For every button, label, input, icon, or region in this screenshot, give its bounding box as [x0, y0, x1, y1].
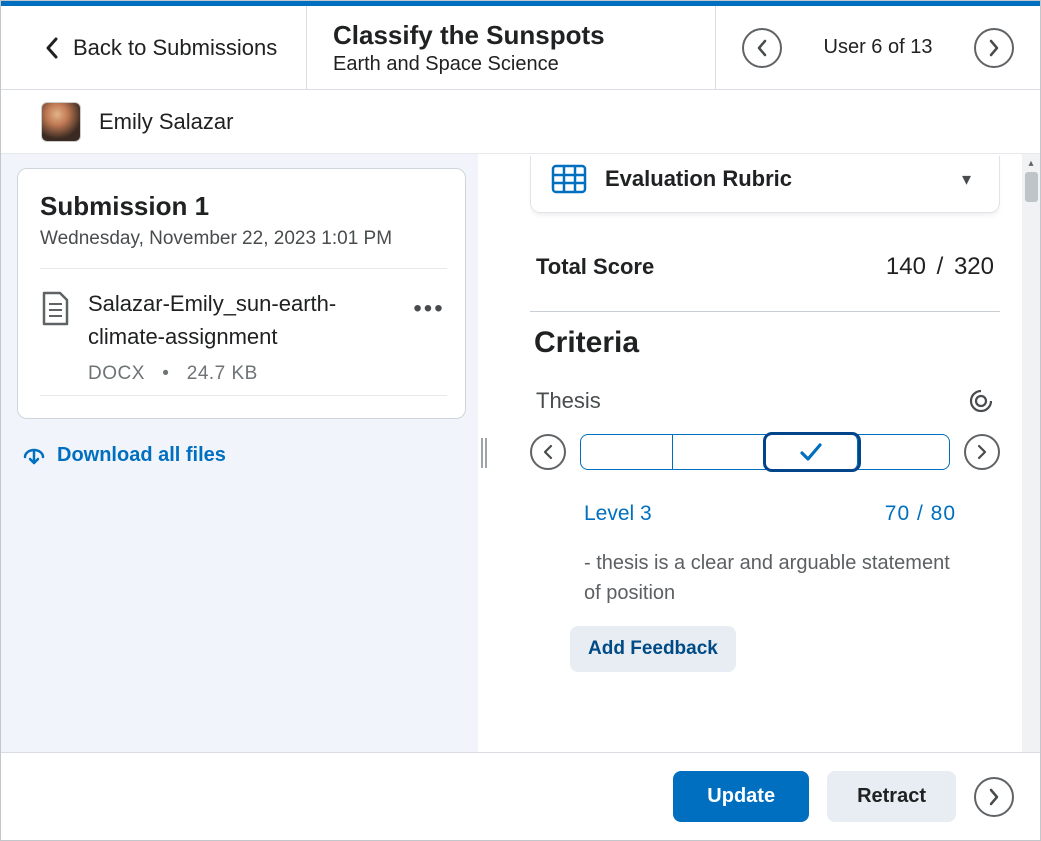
submission-card: Submission 1 Wednesday, November 22, 202… [17, 168, 466, 419]
download-all-files[interactable]: Download all files [21, 443, 466, 467]
level-score-sep: / [910, 502, 931, 525]
file-name: Salazar-Emily_sun-earth-climate-assignme… [88, 287, 411, 353]
right-pane: Evaluation Rubric ▾ Total Score 140 / 32… [490, 154, 1040, 752]
file-info[interactable]: Salazar-Emily_sun-earth-climate-assignme… [88, 287, 411, 385]
chevron-down-icon: ▾ [962, 169, 971, 190]
level-details: Level 3 70 / 80 [530, 502, 1000, 526]
level-segment-3[interactable] [766, 435, 858, 469]
retract-button[interactable]: Retract [827, 771, 956, 822]
rubric-header[interactable]: Evaluation Rubric ▾ [530, 156, 1000, 213]
chevron-left-icon [45, 37, 59, 59]
level-segment-4[interactable] [858, 435, 949, 469]
total-score-label: Total Score [536, 254, 654, 280]
file-actions-menu[interactable]: ••• [411, 287, 447, 323]
scroll-up-icon: ▴ [1022, 154, 1040, 172]
left-pane: Submission 1 Wednesday, November 22, 202… [1, 154, 478, 752]
file-type: DOCX [88, 363, 145, 384]
user-pager-label: User 6 of 13 [824, 36, 933, 59]
footer: Update Retract [1, 752, 1040, 840]
selected-level-name: Level 3 [584, 502, 652, 526]
check-icon [799, 442, 823, 462]
chevron-right-icon [976, 444, 988, 460]
assignment-title: Classify the Sunspots [333, 20, 715, 51]
score-separator: / [930, 253, 950, 280]
download-label: Download all files [57, 444, 226, 467]
bullet: • [162, 363, 169, 384]
criterion-name: Thesis [536, 388, 601, 414]
level-segment-2[interactable] [673, 435, 765, 469]
score-earned: 140 [886, 253, 926, 280]
file-meta: DOCX • 24.7 KB [88, 363, 411, 385]
criterion-name-row: Thesis [530, 388, 1000, 414]
level-score-earned: 70 [885, 502, 910, 525]
score-max: 320 [954, 253, 994, 280]
level-track [580, 434, 950, 470]
divider [40, 395, 447, 396]
chevron-right-icon [987, 787, 1001, 807]
level-selector-row [530, 434, 1000, 470]
avatar[interactable] [41, 102, 81, 142]
header-row: Back to Submissions Classify the Sunspot… [1, 6, 1040, 90]
prev-user-button[interactable] [742, 28, 782, 68]
outcome-icon[interactable] [968, 388, 994, 414]
add-feedback-button[interactable]: Add Feedback [570, 626, 736, 672]
criterion-description: - thesis is a clear and arguable stateme… [530, 548, 1000, 608]
course-name: Earth and Space Science [333, 53, 715, 76]
document-icon [40, 291, 70, 327]
submission-title: Submission 1 [40, 191, 447, 222]
level-segment-1[interactable] [581, 435, 673, 469]
splitter-handle-icon [481, 438, 487, 468]
download-icon [21, 443, 47, 467]
divider [40, 268, 447, 269]
main-split: Submission 1 Wednesday, November 22, 202… [1, 154, 1040, 752]
user-pager: User 6 of 13 [716, 6, 1040, 89]
level-next-button[interactable] [964, 434, 1000, 470]
file-size: 24.7 KB [187, 363, 258, 384]
back-to-submissions[interactable]: Back to Submissions [1, 6, 307, 89]
chevron-right-icon [987, 38, 1001, 58]
total-score-value: 140 / 320 [886, 253, 994, 281]
file-row: Salazar-Emily_sun-earth-climate-assignme… [40, 273, 447, 395]
assignment-title-area: Classify the Sunspots Earth and Space Sc… [307, 6, 716, 89]
submission-timestamp: Wednesday, November 22, 2023 1:01 PM [40, 228, 447, 250]
criteria-heading: Criteria [530, 326, 1000, 360]
scroll-thumb[interactable] [1025, 172, 1038, 202]
selected-level-score: 70 / 80 [885, 502, 956, 526]
scrollbar[interactable]: ▴ [1022, 154, 1040, 752]
splitter[interactable] [478, 154, 490, 752]
rubric-header-label: Evaluation Rubric [605, 166, 792, 192]
footer-next-button[interactable] [974, 777, 1014, 817]
level-score-max: 80 [931, 502, 956, 525]
chevron-left-icon [755, 38, 769, 58]
student-name[interactable]: Emily Salazar [99, 109, 233, 135]
next-user-button[interactable] [974, 28, 1014, 68]
update-button[interactable]: Update [673, 771, 809, 822]
back-label: Back to Submissions [73, 35, 277, 61]
rubric-grid-icon [551, 164, 587, 194]
student-row: Emily Salazar [1, 90, 1040, 154]
level-prev-button[interactable] [530, 434, 566, 470]
chevron-left-icon [542, 444, 554, 460]
total-score-row: Total Score 140 / 320 [530, 253, 1000, 281]
divider [530, 311, 1000, 312]
